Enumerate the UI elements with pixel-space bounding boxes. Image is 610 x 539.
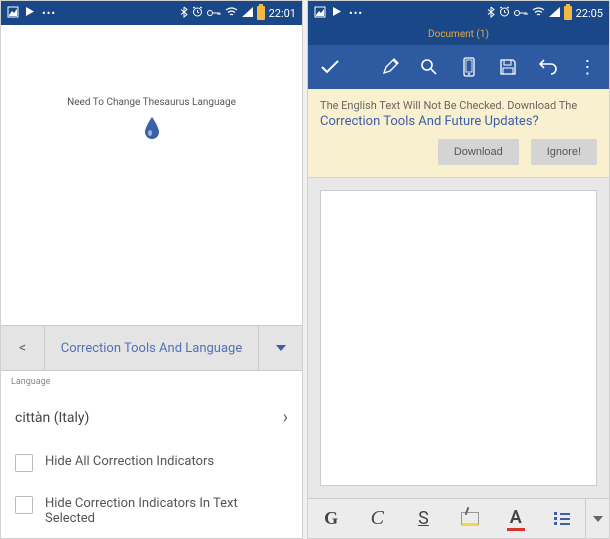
check-label: Hide Correction Indicators In Text Selec…	[45, 496, 288, 526]
notice-text-1: The English Text Will Not Be Checked. Do…	[320, 99, 597, 112]
alarm-icon	[499, 6, 510, 20]
save-icon[interactable]	[498, 56, 517, 78]
highlight-icon	[461, 512, 479, 526]
list-button[interactable]	[539, 499, 585, 538]
gallery-icon	[7, 6, 19, 21]
underline-button[interactable]: S	[400, 499, 446, 538]
phone-right: ••• 22:05 Document (1)	[307, 0, 610, 539]
download-button[interactable]: Download	[438, 139, 519, 165]
more-icon: •••	[349, 7, 363, 20]
bold-button[interactable]: G	[308, 499, 354, 538]
italic-button[interactable]: C	[354, 499, 400, 538]
key-icon	[207, 7, 221, 20]
download-notice: The English Text Will Not Be Checked. Do…	[308, 89, 609, 178]
alarm-icon	[192, 6, 203, 20]
key-icon	[514, 7, 528, 20]
toolbar-title[interactable]: Correction Tools And Language	[45, 341, 258, 356]
hint-text: Need To Change Thesaurus Language	[67, 97, 236, 108]
format-bar: G C S A	[308, 498, 609, 538]
play-store-icon	[332, 6, 343, 20]
checkbox[interactable]	[15, 454, 33, 472]
battery-icon	[257, 6, 265, 20]
check-label: Hide All Correction Indicators	[45, 454, 214, 469]
wifi-icon	[225, 7, 238, 20]
signal-icon	[242, 7, 253, 20]
action-bar: ⋮	[308, 45, 609, 89]
notice-text-2: Correction Tools And Future Updates?	[320, 114, 597, 129]
format-expand[interactable]	[585, 499, 609, 538]
highlight-button[interactable]	[447, 499, 493, 538]
bluetooth-icon	[487, 6, 495, 21]
chevron-right-icon: ›	[283, 407, 288, 428]
list-icon	[554, 512, 570, 525]
check-icon[interactable]	[320, 56, 340, 78]
more-icon: •••	[42, 7, 56, 20]
font-color-button[interactable]: A	[493, 499, 539, 538]
toolbar-dropdown[interactable]	[258, 326, 302, 370]
play-store-icon	[25, 6, 36, 20]
signal-icon	[549, 7, 560, 20]
status-bar: ••• 22:01	[1, 1, 302, 25]
phone-icon[interactable]	[459, 56, 478, 78]
ignore-button[interactable]: Ignore!	[531, 139, 597, 165]
document-area[interactable]	[308, 178, 609, 498]
back-button[interactable]: <	[1, 326, 45, 370]
empty-state: Need To Change Thesaurus Language	[1, 25, 302, 325]
settings-toolbar: < Correction Tools And Language	[1, 325, 302, 371]
chevron-down-icon	[593, 516, 603, 522]
clock-time: 22:01	[269, 7, 296, 20]
wifi-icon	[532, 7, 545, 20]
more-vert-icon[interactable]: ⋮	[578, 56, 597, 78]
clock-time: 22:05	[576, 7, 603, 20]
hide-all-indicators-row[interactable]: Hide All Correction Indicators	[1, 442, 302, 484]
pen-icon[interactable]	[380, 56, 399, 78]
undo-icon[interactable]	[538, 56, 558, 78]
status-bar: ••• 22:05	[308, 1, 609, 25]
page[interactable]	[320, 190, 597, 486]
drop-icon	[143, 116, 161, 140]
language-row[interactable]: cittàn (Italy) ›	[1, 393, 302, 442]
bluetooth-icon	[180, 6, 188, 21]
language-value: cittàn (Italy)	[15, 410, 89, 426]
battery-icon	[564, 6, 572, 20]
search-icon[interactable]	[419, 56, 438, 78]
document-title: Document (1)	[308, 25, 609, 45]
checkbox[interactable]	[15, 496, 33, 514]
section-label: Language	[1, 371, 302, 393]
hide-selected-indicators-row[interactable]: Hide Correction Indicators In Text Selec…	[1, 484, 302, 538]
phone-left: ••• 22:01 Need To Change Thesaurus Lang	[0, 0, 303, 539]
gallery-icon	[314, 6, 326, 21]
chevron-down-icon	[276, 345, 286, 351]
